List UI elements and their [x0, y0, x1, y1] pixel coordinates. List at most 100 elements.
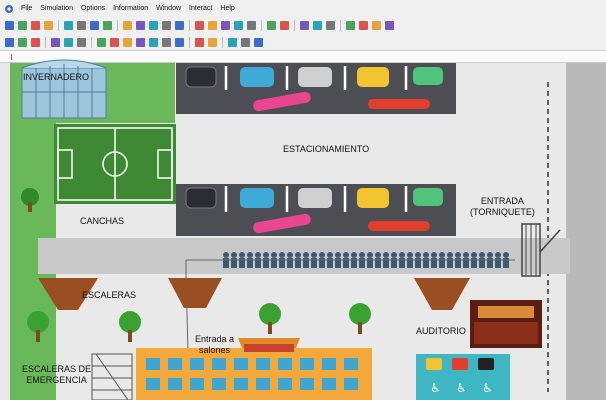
distribute-icon[interactable]: [241, 37, 250, 47]
person-icon: [279, 252, 285, 258]
person-icon: [383, 252, 389, 258]
app-icon: [5, 4, 13, 13]
info-icon[interactable]: [359, 21, 368, 30]
menu-window[interactable]: Window: [152, 5, 185, 12]
stop-icon[interactable]: [103, 21, 112, 30]
person-icon: [287, 252, 293, 258]
person-icon: [423, 252, 429, 258]
simulation-canvas[interactable]: ♿ ♿ ♿ INVERNADERO ESTACIONAMIENTO CANCHA…: [0, 52, 606, 400]
menu-information[interactable]: Information: [109, 5, 152, 12]
layout-icon[interactable]: [18, 37, 27, 47]
pause-icon[interactable]: [77, 21, 86, 30]
print-icon[interactable]: [44, 21, 53, 30]
table-icon[interactable]: [234, 21, 243, 30]
greenhouse-icon: [21, 59, 107, 119]
select-icon[interactable]: [221, 21, 230, 30]
label-entrada-salones: Entrada a salones: [195, 334, 235, 355]
menu-options[interactable]: Options: [77, 5, 109, 12]
person-icon: [503, 252, 509, 258]
person-icon: [231, 252, 237, 258]
object-icon[interactable]: [300, 21, 309, 30]
block6-icon[interactable]: [162, 37, 171, 47]
svg-text:♿: ♿: [482, 381, 493, 395]
window: [256, 358, 270, 370]
shape-icon[interactable]: [326, 21, 335, 30]
window: [300, 358, 314, 370]
settings-icon[interactable]: [162, 21, 171, 30]
menu-interact[interactable]: Interact: [185, 5, 216, 12]
style-icon[interactable]: [208, 37, 217, 47]
run-icon[interactable]: [385, 21, 394, 30]
format-icon[interactable]: [195, 37, 204, 47]
window: [234, 358, 248, 370]
new-doc-icon[interactable]: [5, 21, 14, 30]
zoom-icon[interactable]: [195, 21, 204, 30]
toolbar-separator: [222, 36, 223, 48]
person-icon: [311, 252, 317, 258]
align-icon[interactable]: [228, 37, 237, 47]
warning-icon[interactable]: [372, 21, 381, 30]
window: [146, 378, 160, 390]
label-escaleras-emergencia: ESCALERAS DE EMERGENCIA: [22, 364, 92, 385]
step-icon[interactable]: [90, 21, 99, 30]
toolbar-separator: [45, 36, 46, 48]
person-icon: [447, 252, 453, 258]
color-icon[interactable]: [313, 21, 322, 30]
pan-icon[interactable]: [208, 21, 217, 30]
window: [212, 378, 226, 390]
refresh-icon[interactable]: [175, 21, 184, 30]
arrow-icon[interactable]: [51, 37, 60, 47]
window-icon[interactable]: [31, 37, 40, 47]
grid-icon[interactable]: [123, 21, 132, 30]
person-icon: [399, 252, 405, 258]
person-icon: [335, 252, 341, 258]
plot-icon[interactable]: [267, 21, 276, 30]
person-icon: [463, 252, 469, 258]
block2-icon[interactable]: [110, 37, 119, 47]
person-icon: [351, 252, 357, 258]
list-icon[interactable]: [247, 21, 256, 30]
person-icon: [223, 252, 229, 258]
help-icon[interactable]: [346, 21, 355, 30]
block4-icon[interactable]: [136, 37, 145, 47]
menu-help[interactable]: Help: [216, 5, 238, 12]
toolbar-separator: [117, 20, 118, 31]
person-icon: [415, 252, 421, 258]
block3-icon[interactable]: [123, 37, 132, 47]
block7-icon[interactable]: [175, 37, 184, 47]
block1-icon[interactable]: [97, 37, 106, 47]
label-estacionamiento: ESTACIONAMIENTO: [283, 144, 370, 154]
person-icon: [375, 252, 381, 258]
layers-icon[interactable]: [136, 21, 145, 30]
person-icon: [247, 252, 253, 258]
window: [344, 378, 358, 390]
search-icon[interactable]: [77, 37, 86, 47]
open-icon[interactable]: [18, 21, 27, 30]
person-icon: [367, 252, 373, 258]
link-icon[interactable]: [64, 37, 73, 47]
window: [256, 378, 270, 390]
person-icon: [407, 252, 413, 258]
menu-simulation[interactable]: Simulation: [36, 5, 77, 12]
auditorium-image: [470, 300, 542, 348]
parking-lot-top: [176, 63, 456, 114]
label-canchas: CANCHAS: [80, 216, 125, 226]
toolbar-separator: [58, 20, 59, 31]
menu-file[interactable]: File: [17, 5, 36, 12]
toolbar-separator: [294, 20, 295, 31]
export-icon[interactable]: [280, 21, 289, 30]
view-icon[interactable]: [5, 37, 14, 47]
save-icon[interactable]: [31, 21, 40, 30]
window: [300, 378, 314, 390]
window: [344, 358, 358, 370]
accessible-parking: ♿ ♿ ♿: [416, 354, 510, 400]
block5-icon[interactable]: [149, 37, 158, 47]
person-icon: [487, 252, 493, 258]
person-icon: [239, 252, 245, 258]
label-invernadero: INVERNADERO: [23, 72, 90, 82]
tag-icon[interactable]: [254, 37, 263, 47]
play-icon[interactable]: [64, 21, 73, 30]
chart-icon[interactable]: [149, 21, 158, 30]
person-icon: [495, 252, 501, 258]
person-icon: [479, 252, 485, 258]
